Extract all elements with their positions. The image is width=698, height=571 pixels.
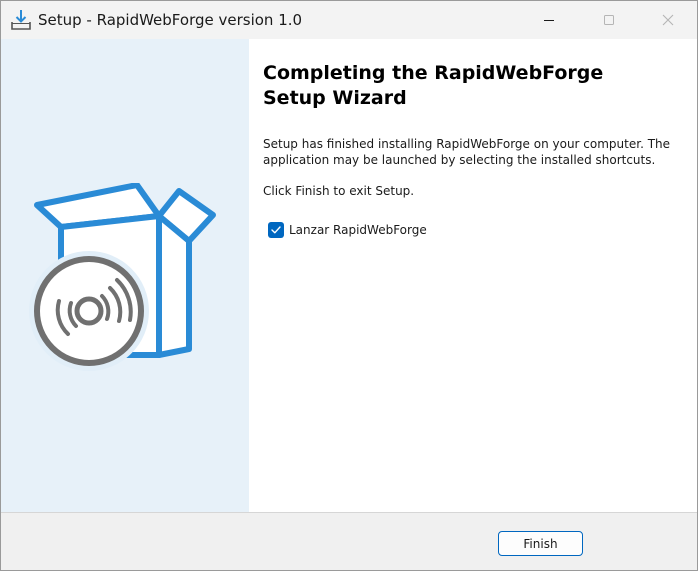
- wizard-side-panel: [1, 39, 249, 512]
- page-title: Completing the RapidWebForge Setup Wizar…: [263, 62, 604, 109]
- launch-checkbox-label[interactable]: Lanzar RapidWebForge: [289, 223, 427, 237]
- close-button[interactable]: [639, 1, 697, 39]
- wizard-content: Completing the RapidWebForge Setup Wizar…: [249, 39, 697, 512]
- completion-message: Setup has finished installing RapidWebFo…: [263, 137, 671, 167]
- minimize-icon: [544, 20, 554, 21]
- disc-icon: [34, 256, 144, 366]
- finish-button[interactable]: Finish: [498, 531, 583, 556]
- software-box-illustration: [29, 183, 216, 371]
- button-bar: Finish: [1, 512, 697, 570]
- maximize-button[interactable]: [580, 1, 638, 39]
- window-title: Setup - RapidWebForge version 1.0: [38, 11, 303, 29]
- exit-instruction: Click Finish to exit Setup.: [263, 184, 415, 198]
- setup-window: Setup - RapidWebForge version 1.0 Comple…: [0, 0, 698, 571]
- close-icon: [662, 14, 674, 26]
- minimize-button[interactable]: [520, 1, 578, 39]
- checkmark-icon: [271, 226, 281, 234]
- launch-checkbox[interactable]: [268, 222, 284, 238]
- maximize-icon: [604, 15, 614, 25]
- installer-icon: [10, 9, 32, 31]
- title-bar[interactable]: Setup - RapidWebForge version 1.0: [1, 1, 697, 39]
